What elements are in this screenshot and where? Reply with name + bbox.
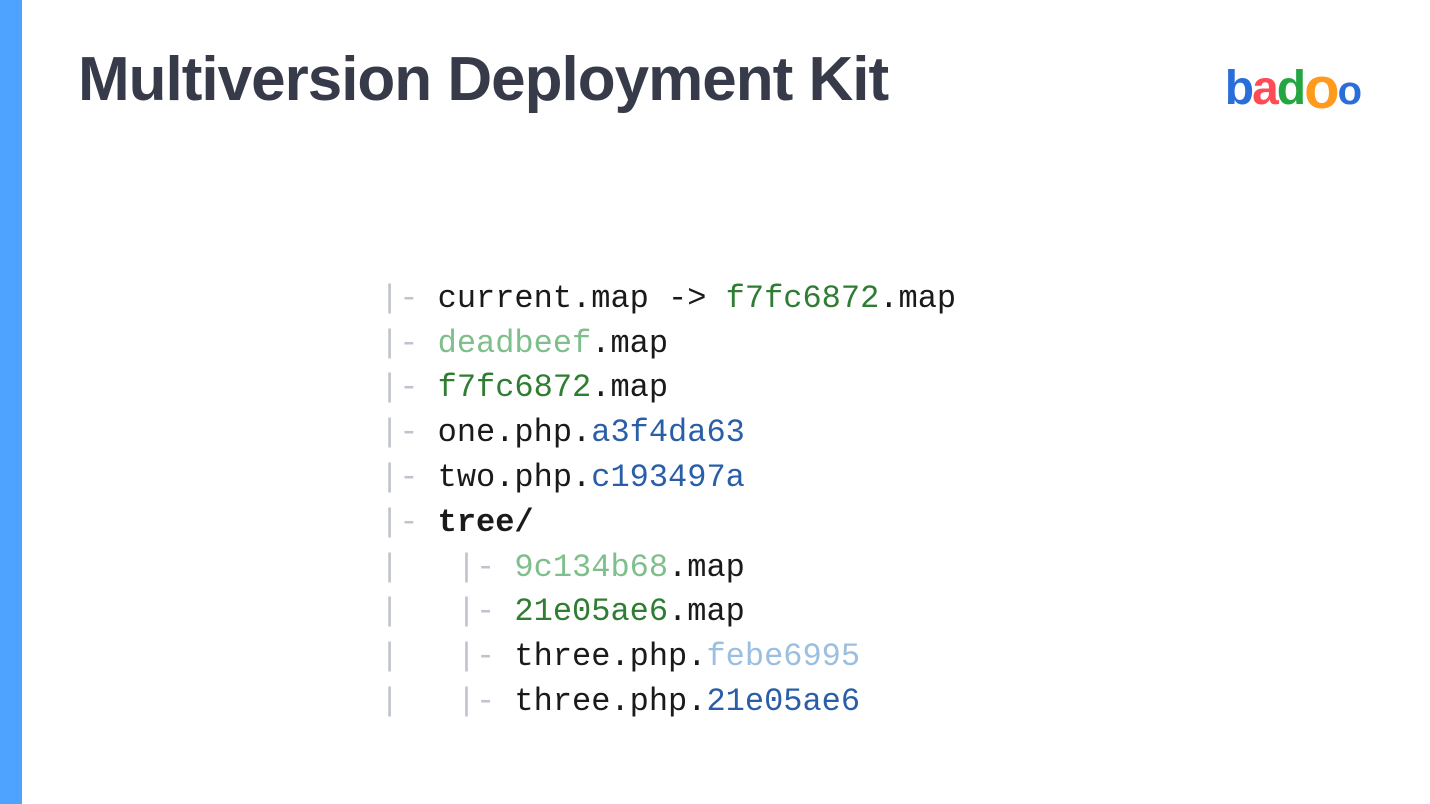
badoo-logo: badoo [1225, 60, 1360, 118]
tree-text: two.php. [438, 459, 592, 496]
tree-hash: 21e05ae6 [514, 593, 668, 630]
tree-dir: tree/ [438, 504, 534, 541]
tree-hash: f7fc6872 [726, 280, 880, 317]
tree-text: current.map -> [438, 280, 726, 317]
tree-line: |- current.map -> f7fc6872.map [380, 280, 956, 317]
tree-text: .map [879, 280, 956, 317]
tree-pipe: | |- [380, 638, 514, 675]
tree-line: | |- three.php.febe6995 [380, 638, 860, 675]
logo-letter-d: d [1277, 62, 1304, 115]
logo-letter-a: a [1252, 62, 1277, 115]
tree-line: |- one.php.a3f4da63 [380, 414, 745, 451]
tree-pipe: |- [380, 369, 438, 406]
tree-pipe: |- [380, 325, 438, 362]
tree-text: three.php. [514, 683, 706, 720]
file-tree: |- current.map -> f7fc6872.map |- deadbe… [380, 232, 956, 725]
tree-hash: a3f4da63 [591, 414, 745, 451]
slide-title: Multiversion Deployment Kit [78, 44, 888, 115]
tree-hash: f7fc6872 [438, 369, 592, 406]
logo-letter-b: b [1225, 62, 1252, 115]
tree-pipe: |- [380, 414, 438, 451]
tree-text: .map [591, 369, 668, 406]
tree-line: |- two.php.c193497a [380, 459, 745, 496]
tree-line: | |- 9c134b68.map [380, 549, 745, 586]
tree-text: .map [591, 325, 668, 362]
tree-hash: c193497a [591, 459, 745, 496]
tree-hash: 21e05ae6 [706, 683, 860, 720]
tree-line: | |- 21e05ae6.map [380, 593, 745, 630]
accent-bar [0, 0, 22, 804]
tree-pipe: | |- [380, 593, 514, 630]
tree-line: |- f7fc6872.map [380, 369, 668, 406]
tree-pipe: |- [380, 280, 438, 317]
tree-text: .map [668, 549, 745, 586]
tree-pipe: |- [380, 504, 438, 541]
tree-text: one.php. [438, 414, 592, 451]
tree-text: .map [668, 593, 745, 630]
tree-hash: febe6995 [706, 638, 860, 675]
tree-hash: 9c134b68 [514, 549, 668, 586]
slide: Multiversion Deployment Kit badoo |- cur… [0, 0, 1430, 804]
tree-pipe: | |- [380, 549, 514, 586]
tree-hash: deadbeef [438, 325, 592, 362]
tree-line: |- tree/ [380, 504, 534, 541]
tree-line: | |- three.php.21e05ae6 [380, 683, 860, 720]
tree-pipe: |- [380, 459, 438, 496]
tree-pipe: | |- [380, 683, 514, 720]
logo-letter-o2: o [1338, 69, 1360, 113]
tree-text: three.php. [514, 638, 706, 675]
tree-line: |- deadbeef.map [380, 325, 668, 362]
logo-letter-o1: o [1304, 60, 1337, 118]
